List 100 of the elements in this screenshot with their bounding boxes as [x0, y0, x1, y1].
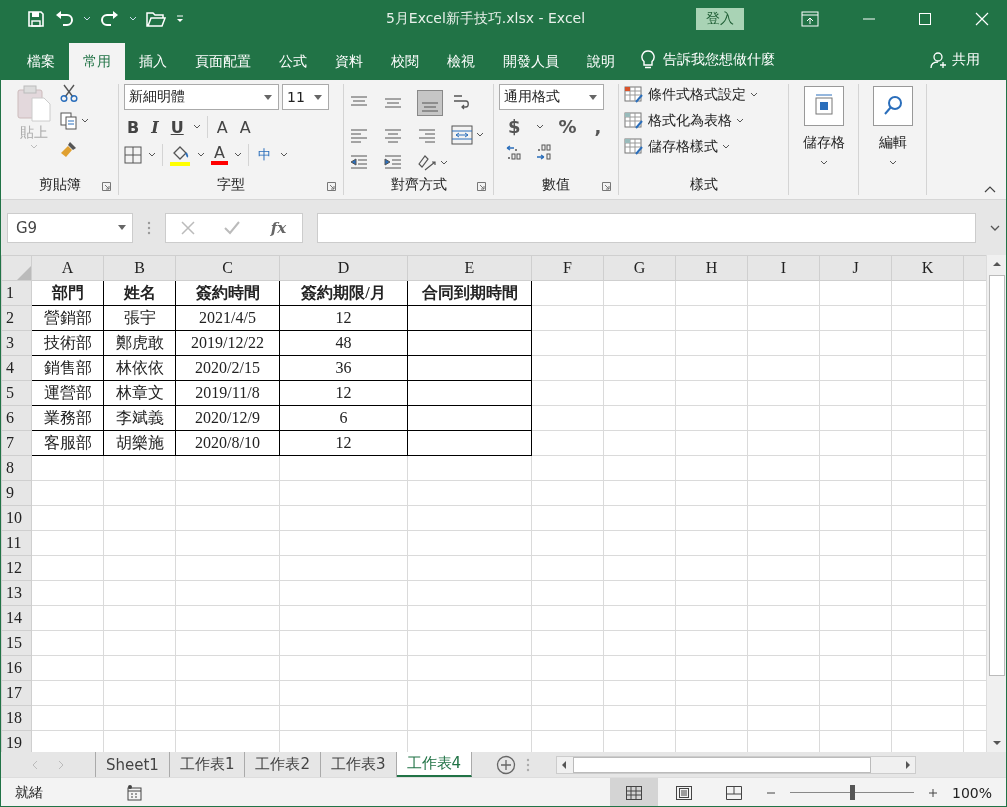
caret-icon[interactable]	[440, 159, 448, 166]
column-header[interactable]: D	[337, 259, 350, 276]
person-icon[interactable]	[930, 51, 948, 69]
column-header[interactable]: I	[780, 259, 787, 276]
customize-caret-icon[interactable]	[175, 15, 185, 23]
column-header[interactable]: B	[134, 259, 145, 276]
expand-icon[interactable]	[990, 224, 1000, 231]
normal-view-button[interactable]	[609, 778, 658, 806]
align-bottom-icon[interactable]	[417, 89, 443, 116]
checkmark-icon[interactable]	[223, 219, 242, 236]
name-box[interactable]: G9	[7, 212, 133, 243]
decrease-indent-icon[interactable]	[349, 153, 369, 172]
lightbulb-icon[interactable]	[641, 50, 655, 70]
percent-button[interactable]: %	[555, 116, 580, 137]
row-header[interactable]: 2	[6, 309, 14, 326]
paintbrush-icon[interactable]	[60, 140, 78, 158]
cells-button[interactable]: 儲存格	[802, 134, 845, 152]
column-header[interactable]: E	[464, 259, 475, 276]
maximize-icon[interactable]	[919, 13, 931, 25]
caret-icon[interactable]	[722, 144, 730, 150]
text-orientation-icon[interactable]	[417, 153, 437, 172]
grow-font-button[interactable]: A	[213, 117, 231, 137]
ribbon-tab[interactable]: 公式	[265, 43, 321, 80]
increase-decimal-icon[interactable]	[505, 143, 523, 161]
row-header[interactable]: 4	[6, 359, 14, 376]
clipboard-icon[interactable]	[16, 84, 52, 122]
row-header[interactable]: 3	[6, 334, 14, 351]
dialog-launcher-icon[interactable]	[477, 182, 486, 191]
dialog-launcher-icon[interactable]	[327, 182, 336, 191]
scrollbar-thumb[interactable]	[988, 275, 1005, 676]
cells-icon[interactable]	[803, 86, 844, 126]
caret-icon[interactable]	[888, 160, 897, 166]
column-header[interactable]: H	[705, 259, 718, 276]
phonetic-button[interactable]: 中	[254, 146, 274, 164]
sign-in-button[interactable]: 登入	[696, 8, 744, 30]
caret-icon[interactable]	[589, 94, 597, 100]
column-header[interactable]: K	[921, 259, 934, 276]
caret-icon[interactable]	[192, 124, 201, 130]
caret-icon[interactable]	[476, 131, 484, 138]
dialog-launcher-icon[interactable]	[602, 182, 611, 191]
caret-icon[interactable]	[736, 118, 744, 124]
ribbon-tab[interactable]: 插入	[125, 43, 181, 80]
search-icon[interactable]	[872, 86, 913, 126]
add-sheet-icon[interactable]	[496, 754, 517, 775]
row-header[interactable]: 9	[6, 484, 14, 501]
caret-icon[interactable]	[314, 94, 322, 100]
macro-record-icon[interactable]	[127, 784, 143, 801]
italic-button[interactable]: I	[148, 117, 162, 137]
dialog-launcher-icon[interactable]	[102, 182, 111, 191]
close-icon[interactable]	[975, 12, 989, 26]
column-header[interactable]: J	[852, 259, 859, 276]
bold-button[interactable]: B	[124, 117, 143, 137]
redo-icon[interactable]	[100, 11, 120, 27]
increase-indent-icon[interactable]	[383, 153, 403, 172]
save-icon[interactable]	[27, 10, 45, 28]
underline-button[interactable]: U	[167, 117, 187, 137]
row-header[interactable]: 7	[6, 434, 14, 451]
row-header[interactable]: 6	[6, 409, 14, 426]
shrink-font-button[interactable]: A	[236, 117, 254, 137]
scissors-icon[interactable]	[60, 84, 78, 102]
caret-icon[interactable]	[197, 152, 205, 158]
ribbon-display-icon[interactable]	[801, 11, 819, 27]
ribbon-tab[interactable]: 頁面配置	[181, 43, 265, 80]
caret-icon[interactable]	[279, 152, 288, 158]
row-header[interactable]: 5	[6, 384, 14, 401]
formula-input[interactable]	[317, 212, 976, 243]
caret-icon[interactable]	[535, 123, 544, 130]
insert-function-button[interactable]: fx	[268, 218, 289, 237]
column-header[interactable]: A	[61, 259, 74, 276]
ribbon-tab[interactable]: 檔案	[13, 43, 69, 80]
column-header[interactable]: F	[563, 259, 572, 276]
ribbon-tab[interactable]: 開發人員	[489, 43, 573, 80]
caret-icon[interactable]	[264, 94, 272, 100]
zoom-level[interactable]: 100%	[951, 784, 992, 801]
caret-icon[interactable]	[750, 92, 758, 98]
table-style-icon[interactable]	[624, 112, 644, 130]
caret-icon[interactable]	[148, 152, 156, 158]
tell-me-field[interactable]: 告訴我您想做什麼	[663, 51, 775, 69]
scrollbar-thumb[interactable]	[573, 756, 872, 773]
collapse-ribbon-icon[interactable]	[984, 185, 996, 193]
font-size-dropdown[interactable]: 11	[282, 84, 329, 110]
row-header[interactable]: 1	[6, 284, 14, 301]
styles-menu-button[interactable]: 條件式格式設定	[648, 86, 746, 104]
editing-button[interactable]: 編輯	[878, 134, 907, 152]
font-color-button[interactable]: A	[211, 145, 228, 165]
fill-color-icon[interactable]	[169, 144, 191, 166]
table-style-icon[interactable]	[624, 86, 644, 104]
drag-handle-icon[interactable]	[147, 220, 151, 235]
number-format-dropdown[interactable]: 通用格式	[499, 84, 604, 110]
ribbon-tab[interactable]: 資料	[321, 43, 377, 80]
share-button[interactable]: 共用	[952, 51, 980, 69]
column-header[interactable]: G	[633, 259, 646, 276]
caret-icon[interactable]	[819, 160, 828, 166]
row-header[interactable]: 8	[6, 459, 14, 476]
ribbon-tab[interactable]: 檢視	[433, 43, 489, 80]
ribbon-tab[interactable]: 校閱	[377, 43, 433, 80]
caret-icon[interactable]	[233, 152, 242, 158]
sheet-tab[interactable]: 工作表4	[396, 752, 473, 777]
copy-icon[interactable]	[60, 112, 78, 130]
caret-icon[interactable]	[118, 225, 126, 230]
